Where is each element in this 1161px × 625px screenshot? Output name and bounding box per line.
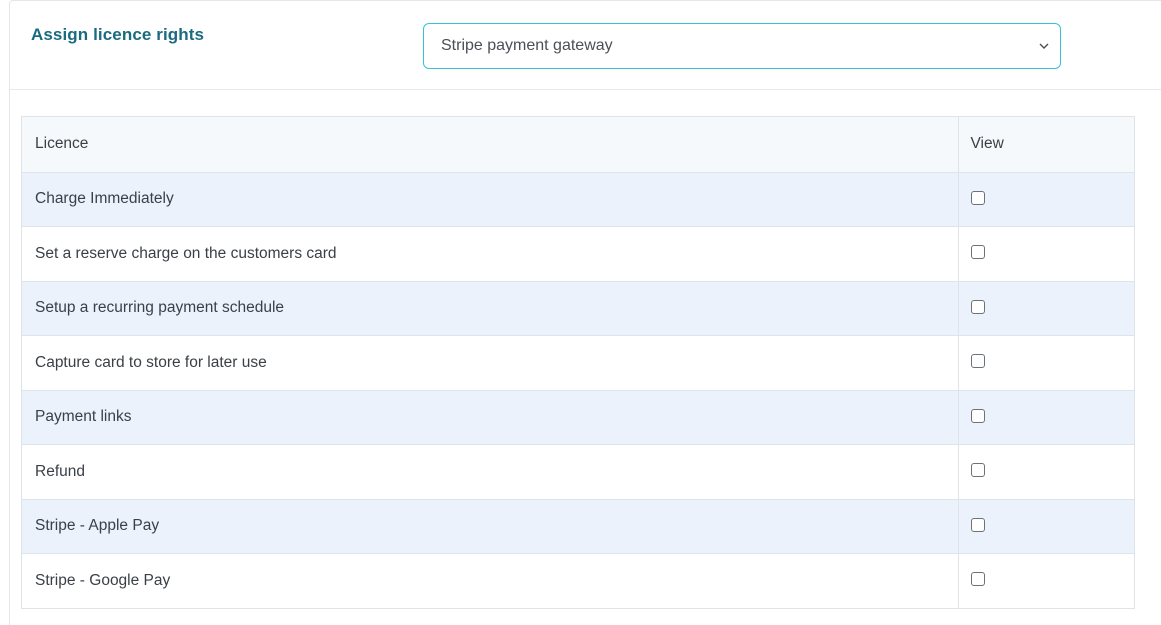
table-header-row: Licence View [22,117,1134,173]
view-cell [958,172,1134,227]
table-row: Set a reserve charge on the customers ca… [22,226,1134,282]
chevron-down-icon [1039,43,1049,49]
gateway-select[interactable]: Stripe payment gateway [423,23,1061,69]
licence-name: Capture card to store for later use [22,335,959,391]
column-header-licence: Licence [22,117,959,173]
licence-name: Setup a recurring payment schedule [22,281,959,336]
view-checkbox[interactable] [970,408,985,423]
view-cell [958,499,1134,554]
panel-header: Assign licence rights Stripe payment gat… [10,1,1161,90]
page-title: Assign licence rights [31,25,205,44]
view-cell [958,281,1134,336]
licence-table: Licence View Charge Immediately Set a re… [21,116,1135,609]
table-row: Stripe - Google Pay [22,553,1134,609]
view-cell [958,554,1134,609]
licence-name: Charge Immediately [22,172,959,227]
licence-name: Payment links [22,390,959,445]
licence-name: Stripe - Google Pay [22,553,959,608]
view-checkbox[interactable] [970,572,985,586]
table-row: Setup a recurring payment schedule [22,281,1134,336]
view-checkbox[interactable] [970,299,985,314]
view-cell [958,390,1134,445]
table-row: Refund [22,444,1134,500]
licence-name: Set a reserve charge on the customers ca… [22,226,959,282]
gateway-select-value: Stripe payment gateway [441,37,613,54]
table-row: Stripe - Apple Pay [22,499,1134,554]
view-checkbox[interactable] [970,463,985,477]
view-checkbox[interactable] [970,190,985,205]
view-checkbox[interactable] [970,517,985,532]
view-checkbox[interactable] [970,245,985,259]
licence-name: Stripe - Apple Pay [22,499,959,554]
table-row: Payment links [22,390,1134,445]
view-checkbox[interactable] [970,354,985,368]
licence-name: Refund [22,444,959,500]
view-cell [958,335,1134,391]
column-header-view: View [958,117,1134,173]
view-cell [958,444,1134,500]
table-row: Capture card to store for later use [22,335,1134,391]
table-row: Charge Immediately [22,172,1134,227]
view-cell [958,226,1134,282]
